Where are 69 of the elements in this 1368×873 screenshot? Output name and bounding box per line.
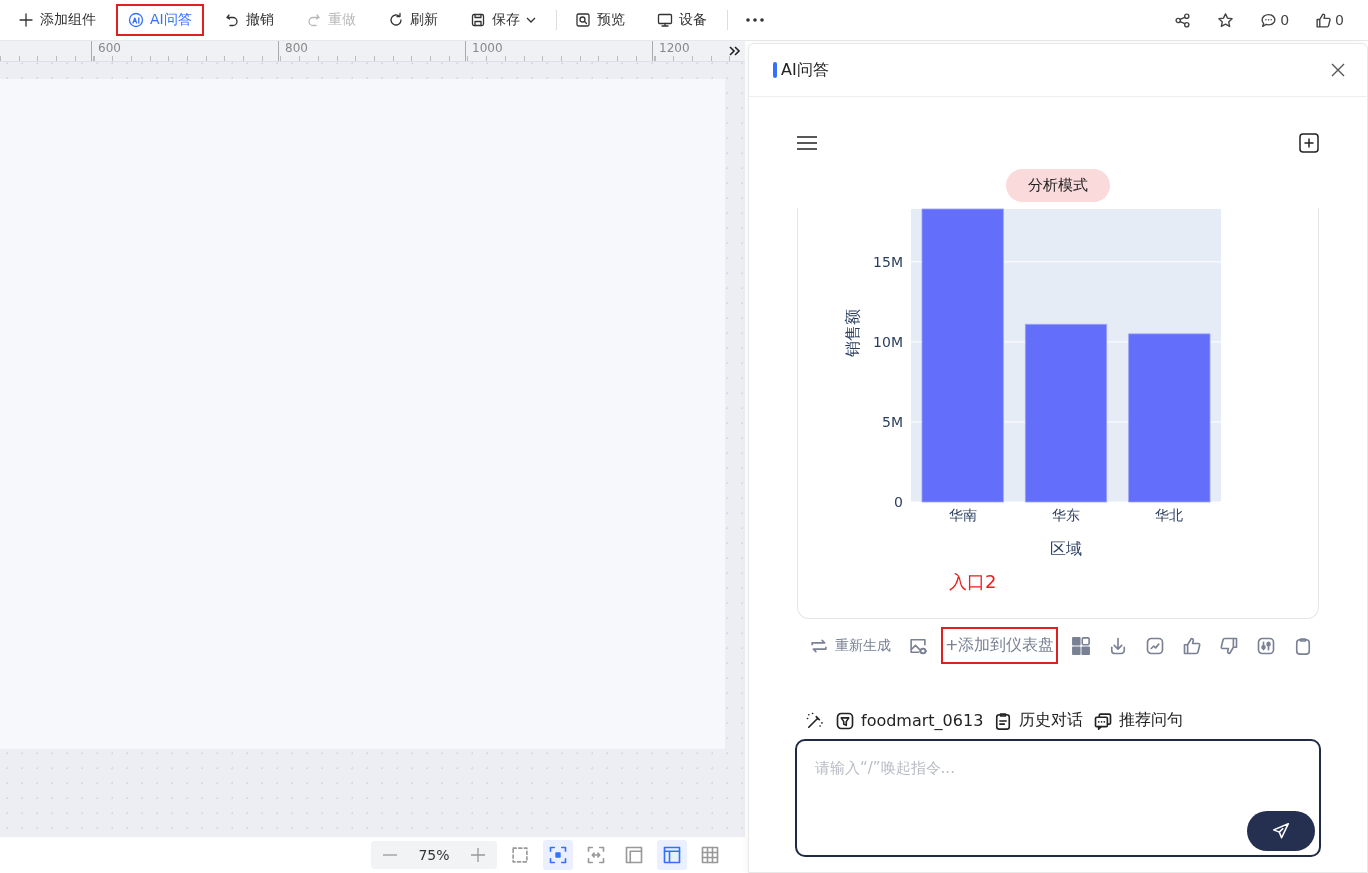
- menu-button[interactable]: [797, 136, 817, 150]
- trend-chart-icon: [1145, 635, 1166, 656]
- y-axis-title: 销售额: [843, 309, 862, 357]
- caret-icon: [525, 17, 536, 23]
- toolbar-button[interactable]: 设备: [644, 4, 719, 36]
- tool-button[interactable]: 历史对话: [993, 710, 1084, 731]
- save-icon: [469, 12, 486, 28]
- thumbs-down-icon: [1219, 635, 1240, 656]
- x-tick-label: 华东: [1052, 507, 1080, 523]
- toolbar-button[interactable]: 刷新: [375, 4, 450, 36]
- refresh-icon: [387, 12, 404, 28]
- zoom-value: 75%: [418, 847, 450, 863]
- undo-icon: [223, 12, 240, 28]
- view-button[interactable]: [543, 840, 573, 870]
- ruler-label: 600: [91, 41, 278, 61]
- comment-icon: [1260, 11, 1278, 29]
- regenerate-button[interactable]: 重新生成: [805, 627, 895, 664]
- y-tick-label: 5M: [882, 413, 903, 430]
- plus-icon: [18, 12, 34, 28]
- dashed-square-icon: [510, 845, 530, 865]
- ai-icon: [128, 12, 144, 28]
- y-tick-label: 0: [894, 494, 903, 510]
- star-icon: [1217, 11, 1235, 29]
- tool-button[interactable]: foodmart_0613: [835, 710, 984, 731]
- ruler-label: 800: [278, 41, 465, 61]
- y-tick-label: 15M: [873, 253, 903, 270]
- like-button[interactable]: 0: [1313, 4, 1346, 36]
- magic-wand-icon: [805, 710, 825, 731]
- thumbs-up-icon: [1315, 11, 1333, 29]
- send-icon: [1272, 822, 1290, 840]
- tool-button[interactable]: 推荐问句: [1093, 710, 1184, 731]
- table-layout-icon: [662, 845, 682, 865]
- filter-icon: [835, 710, 855, 731]
- toolbar-button[interactable]: 预览: [562, 4, 637, 36]
- focus-frame-icon: [548, 845, 568, 865]
- sliders-icon: [1256, 635, 1277, 656]
- thumbs-up-icon: [1182, 635, 1203, 656]
- send-button[interactable]: [1247, 811, 1315, 851]
- new-chat-button[interactable]: [1299, 133, 1319, 153]
- ruler-label: 1000: [465, 41, 652, 61]
- redo-icon: [305, 12, 322, 28]
- y-tick-label: 10M: [873, 333, 903, 350]
- ruler-label: 1200: [652, 41, 725, 61]
- x-tick-label: 华南: [948, 507, 977, 523]
- magic-button[interactable]: [805, 710, 825, 731]
- monitor-icon: [656, 12, 673, 28]
- x-tick-label: 华北: [1155, 507, 1184, 523]
- grid-icon: [700, 845, 720, 865]
- comment-button[interactable]: 0: [1258, 4, 1292, 36]
- view-button[interactable]: [657, 840, 687, 870]
- minus-icon: [382, 854, 398, 856]
- close-button[interactable]: [1331, 63, 1345, 77]
- toolbar-button[interactable]: AI问答: [116, 4, 204, 36]
- chat-bubbles-icon: [1093, 710, 1114, 731]
- panel-title: AI问答: [781, 59, 829, 81]
- toolbar-button[interactable]: 撤销: [211, 4, 286, 36]
- fit-width-icon: [586, 845, 606, 865]
- annotation-label: 入口2: [948, 570, 998, 594]
- add-to-dashboard-button[interactable]: +添加到仪表盘: [941, 627, 1059, 664]
- mode-badge: 分析模式: [1006, 169, 1110, 202]
- toolbar-button[interactable]: 保存: [457, 4, 548, 36]
- toolbar-button[interactable]: 添加组件: [6, 4, 108, 36]
- share-icon: [1174, 11, 1192, 29]
- preview-icon: [574, 12, 591, 28]
- plus-icon: [470, 847, 486, 863]
- x-axis-title: 区域: [1050, 539, 1082, 558]
- input-field[interactable]: 请输入“/”唤起指令...: [795, 739, 1321, 857]
- more-icon: [745, 18, 764, 22]
- layout-icon: [624, 845, 644, 865]
